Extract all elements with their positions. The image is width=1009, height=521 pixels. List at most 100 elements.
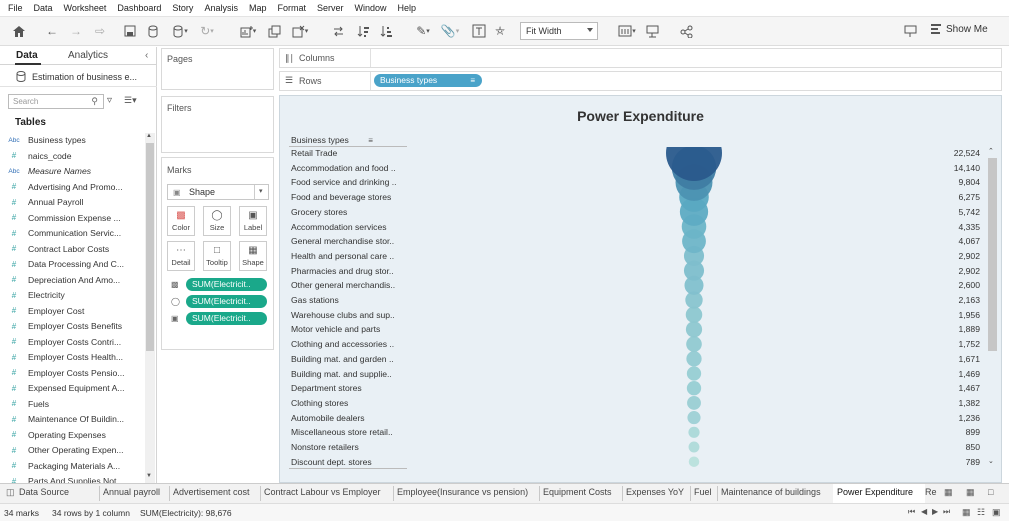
bubble-mark[interactable] (687, 411, 700, 424)
field-item[interactable]: # Advertising And Promo... (0, 180, 145, 194)
mark-detail-button[interactable]: ⋯ Detail (167, 241, 195, 271)
tabs-view-icon[interactable]: ▣ (992, 507, 1001, 518)
sort-icon[interactable]: ≡ (368, 136, 373, 145)
collapse-pane-icon[interactable]: ‹ (145, 50, 148, 61)
pause-updates-icon[interactable]: ▾ (168, 23, 192, 39)
highlight-icon[interactable]: ✎ ▾ (412, 23, 434, 39)
mark-type-dropdown[interactable]: ▣ Shape ▾ (167, 184, 269, 200)
first-page-icon[interactable]: ⏮ (908, 507, 915, 517)
menu-server[interactable]: Server (317, 3, 344, 13)
share-icon[interactable] (678, 23, 694, 39)
next-page-icon[interactable]: ▶ (932, 507, 938, 516)
menu-story[interactable]: Story (172, 3, 193, 13)
bubble-mark[interactable] (689, 456, 699, 466)
measure-pill[interactable]: SUM(Electricit.. (186, 312, 267, 325)
sheet-sorter-icon[interactable]: ▦ (962, 507, 971, 518)
datasource-item[interactable]: Estimation of business e... (16, 71, 137, 82)
prev-page-icon[interactable]: ◀ (921, 507, 927, 516)
sort-ascending-icon[interactable] (355, 23, 371, 39)
mark-size-button[interactable]: ◯ Size (203, 206, 231, 236)
tab-analytics[interactable]: Analytics (68, 50, 108, 61)
home-icon[interactable] (10, 23, 28, 39)
field-item[interactable]: # naics_code (0, 149, 145, 163)
tab-contract-labour-vs-employer[interactable]: Contract Labour vs Employer (264, 487, 381, 497)
filters-card[interactable]: Filters (161, 96, 274, 153)
tab-data-source[interactable]: Data Source (19, 487, 69, 497)
menu-analysis[interactable]: Analysis (204, 3, 238, 13)
scroll-down-icon[interactable]: ⌄ (988, 457, 994, 465)
group-members-icon[interactable]: 📎 ▾ (440, 23, 460, 39)
field-item[interactable]: # Commission Expense ... (0, 211, 145, 225)
menu-worksheet[interactable]: Worksheet (64, 3, 107, 13)
measure-pill[interactable]: SUM(Electricit.. (186, 278, 267, 291)
filmstrip-icon[interactable]: ☷ (977, 507, 985, 518)
menu-dashboard[interactable]: Dashboard (117, 3, 161, 13)
tab-maintenance-of-buildings[interactable]: Maintenance of buildings (721, 487, 821, 497)
pin-icon[interactable]: ⛤ (492, 23, 508, 39)
tab-data[interactable]: Data (16, 50, 38, 61)
measure-pill[interactable]: SUM(Electricit.. (186, 295, 267, 308)
field-list-scrollbar[interactable]: ▲ ▼ (145, 133, 155, 483)
filter-icon[interactable]: ▿ (107, 95, 112, 106)
field-item[interactable]: # Electricity (0, 288, 145, 302)
bubble-mark[interactable] (687, 366, 701, 380)
swap-rows-columns-icon[interactable] (330, 23, 346, 39)
pages-card[interactable]: Pages (161, 48, 274, 90)
field-item[interactable]: # Data Processing And C... (0, 257, 145, 271)
mark-color-button[interactable]: ▩ Color (167, 206, 195, 236)
rows-shelf[interactable]: ☰ Rows Business types ≡ (279, 71, 1002, 91)
field-item[interactable]: # Maintenance Of Buildin... (0, 412, 145, 426)
new-worksheet-tab-icon[interactable]: ▦ (944, 487, 953, 498)
bubble-mark[interactable] (687, 396, 701, 410)
tab-expenses-yoy[interactable]: Expenses YoY (626, 487, 684, 497)
mark-label-button[interactable]: ▣ Label (239, 206, 267, 236)
scrollbar-thumb[interactable] (988, 158, 997, 351)
rows-pill-business-types[interactable]: Business types ≡ (374, 74, 482, 87)
viz-scrollbar[interactable]: ⌃ ⌄ (986, 147, 997, 471)
scroll-up-icon[interactable]: ⌃ (988, 147, 994, 155)
field-item[interactable]: # Employer Costs Contri... (0, 335, 145, 349)
field-item[interactable]: # Operating Expenses (0, 428, 145, 442)
bubble-mark[interactable] (686, 321, 702, 337)
field-item[interactable]: # Employer Costs Pensio... (0, 366, 145, 380)
mark-shape-button[interactable]: ▦ Shape (239, 241, 267, 271)
refresh-icon[interactable]: ↻ ▾ (196, 23, 218, 39)
show-me-button[interactable]: Show Me (930, 23, 988, 35)
bubble-mark[interactable] (688, 427, 699, 438)
bubble-mark[interactable] (689, 442, 700, 453)
field-item[interactable]: # Annual Payroll (0, 195, 145, 209)
new-dashboard-tab-icon[interactable]: ▦ (966, 487, 975, 498)
field-item[interactable]: # Expensed Equipment A... (0, 381, 145, 395)
scroll-down-icon[interactable]: ▼ (146, 473, 152, 479)
field-item[interactable]: # Employer Costs Benefits (0, 319, 145, 333)
menu-window[interactable]: Window (355, 3, 387, 13)
tab-equipment-costs[interactable]: Equipment Costs (543, 487, 612, 497)
tab-re[interactable]: Re (925, 487, 937, 497)
tab-employee-insurance-vs-pension-[interactable]: Employee(Insurance vs pension) (397, 487, 528, 497)
bubble-mark[interactable] (687, 381, 701, 395)
field-item[interactable]: # Contract Labor Costs (0, 242, 145, 256)
new-story-tab-icon[interactable]: □ (988, 487, 993, 497)
field-item[interactable]: # Depreciation And Amo... (0, 273, 145, 287)
last-page-icon[interactable]: ⏭ (943, 507, 950, 517)
menu-format[interactable]: Format (277, 3, 306, 13)
fix-axes-icon[interactable]: ▾ (614, 23, 640, 39)
bubble-mark[interactable] (686, 336, 702, 352)
forward-arrow-icon[interactable]: → (68, 23, 84, 39)
tooltip-icon[interactable] (902, 23, 918, 39)
scrollbar-thumb[interactable] (146, 143, 154, 351)
field-item[interactable]: # Communication Servic... (0, 226, 145, 240)
tab-annual-payroll[interactable]: Annual payroll (103, 487, 160, 497)
redo-icon[interactable]: ⇨ (92, 23, 108, 39)
field-item[interactable]: # Packaging Materials A... (0, 459, 145, 473)
bubble-mark[interactable] (684, 261, 704, 281)
presentation-mode-icon[interactable] (644, 23, 660, 39)
field-item[interactable]: Abc Measure Names (0, 164, 145, 178)
duplicate-icon[interactable] (266, 23, 282, 39)
field-item[interactable]: # Fuels (0, 397, 145, 411)
field-item[interactable]: Abc Business types (0, 133, 145, 147)
view-options-icon[interactable]: ☰▾ (124, 95, 137, 106)
menu-help[interactable]: Help (398, 3, 417, 13)
menu-file[interactable]: File (8, 3, 23, 13)
columns-shelf[interactable]: ∥∣ Columns (279, 48, 1002, 68)
